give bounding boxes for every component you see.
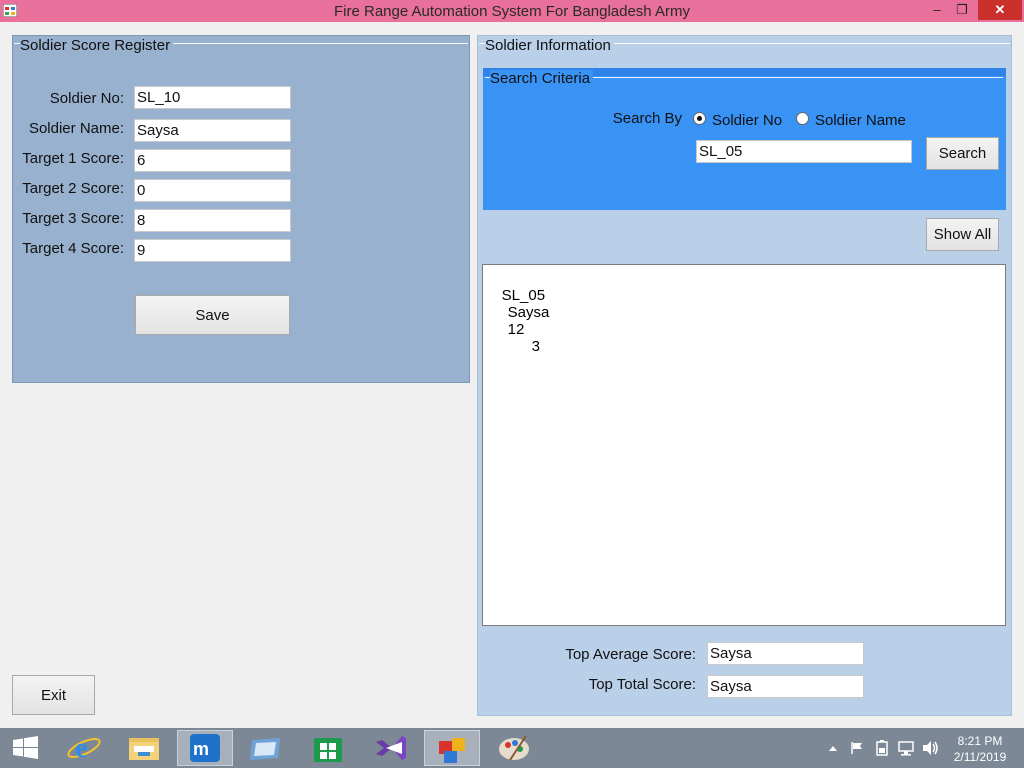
internet-explorer-icon: e: [67, 733, 101, 764]
results-list[interactable]: SL_05 Saysa 12 3: [482, 264, 1006, 626]
taskbar-item-visual-studio[interactable]: [362, 730, 418, 766]
taskbar-item-file-explorer[interactable]: [116, 730, 172, 766]
show-all-button[interactable]: Show All: [926, 218, 999, 251]
soldier-no-radio-label[interactable]: Soldier No: [712, 112, 782, 129]
target-2-score-label: Target 2 Score:: [22, 180, 124, 197]
action-center-flag-icon[interactable]: [850, 741, 864, 755]
soldier-name-radio-label[interactable]: Soldier Name: [815, 112, 906, 129]
taskbar-item-paint[interactable]: [486, 730, 542, 766]
top-average-score-field[interactable]: [707, 642, 864, 665]
soldier-name-input[interactable]: [134, 119, 291, 142]
top-total-score-field[interactable]: [707, 675, 864, 698]
file-explorer-icon: [129, 738, 159, 760]
taskbar-item-internet-explorer[interactable]: e: [56, 730, 112, 766]
maximize-button[interactable]: ❐: [948, 0, 976, 20]
target-4-score-input[interactable]: [134, 239, 291, 262]
list-item[interactable]: SL_05 Saysa 12 3: [485, 270, 550, 372]
svg-text:e: e: [75, 733, 87, 764]
volume-icon[interactable]: [922, 740, 940, 756]
exit-button[interactable]: Exit: [12, 675, 95, 715]
target-2-score-input[interactable]: [134, 179, 291, 202]
maxthon-browser-icon: m: [190, 734, 220, 762]
system-tray: [826, 728, 946, 768]
clock-date: 2/11/2019: [953, 750, 1007, 764]
target-3-score-input[interactable]: [134, 209, 291, 232]
clock-time: 8:21 PM: [957, 734, 1003, 748]
start-button[interactable]: [0, 730, 56, 766]
remote-app-icon: [250, 738, 280, 760]
visual-studio-icon: [376, 736, 406, 760]
paint-icon: [499, 735, 529, 761]
taskbar-item-remote[interactable]: [238, 730, 294, 766]
target-1-score-label: Target 1 Score:: [22, 150, 124, 167]
soldier-name-label: Soldier Name:: [28, 120, 124, 137]
search-input[interactable]: [696, 140, 912, 163]
window-titlebar[interactable]: Fire Range Automation System For Banglad…: [0, 0, 1024, 22]
taskbar-item-store[interactable]: [300, 730, 356, 766]
taskbar-item-maxthon[interactable]: m: [177, 730, 233, 766]
store-icon: [314, 738, 342, 762]
result-name: Saysa: [507, 304, 550, 321]
show-hidden-icons-chevron-icon[interactable]: [828, 744, 838, 752]
window-title: Fire Range Automation System For Banglad…: [333, 3, 690, 20]
search-button[interactable]: Search: [926, 137, 999, 170]
result-average: 3: [531, 338, 541, 355]
top-total-score-label: Top Total Score:: [588, 676, 696, 693]
target-1-score-input[interactable]: [134, 149, 291, 172]
svg-text:m: m: [193, 739, 209, 759]
taskbar-item-running-app[interactable]: [424, 730, 480, 766]
result-total: 12: [507, 321, 525, 338]
network-icon[interactable]: [898, 740, 914, 756]
taskbar: e m 8:21 PM 2/11/2019: [0, 728, 1024, 768]
soldier-name-radio[interactable]: [796, 112, 809, 125]
close-button[interactable]: ✕: [978, 0, 1022, 20]
running-app-icon: [439, 738, 465, 763]
search-criteria-title: Search Criteria: [490, 70, 594, 87]
register-group-title: Soldier Score Register: [20, 37, 174, 54]
top-average-score-label: Top Average Score:: [565, 646, 696, 663]
start-icon: [13, 736, 38, 759]
minimize-button[interactable]: –: [923, 0, 951, 20]
power-battery-icon[interactable]: [874, 740, 890, 756]
soldier-no-radio[interactable]: [693, 112, 706, 125]
soldier-no-label: Soldier No:: [49, 90, 124, 107]
search-by-label: Search By: [612, 110, 682, 127]
target-3-score-label: Target 3 Score:: [22, 210, 124, 227]
result-soldier-no: SL_05: [501, 287, 546, 304]
taskbar-clock[interactable]: 8:21 PM 2/11/2019: [948, 733, 1012, 765]
soldier-no-input[interactable]: [134, 86, 291, 109]
save-button[interactable]: Save: [135, 295, 290, 335]
info-group-title: Soldier Information: [485, 37, 614, 54]
target-4-score-label: Target 4 Score:: [22, 240, 124, 257]
